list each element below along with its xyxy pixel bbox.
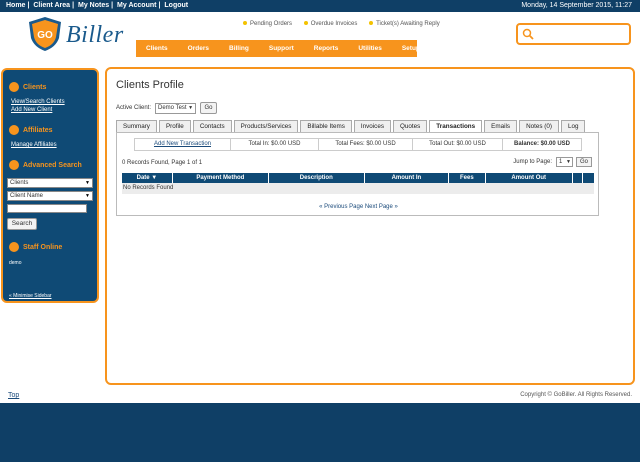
add-new-transaction-link[interactable]: Add New Transaction [135, 139, 231, 150]
table-empty-row: No Records Found [122, 183, 594, 194]
previous-page-link[interactable]: « Previous Page [319, 204, 363, 210]
balance: Balance: $0.00 USD [513, 141, 571, 147]
tab-summary[interactable]: Summary [116, 120, 157, 132]
chevron-down-icon: ▼ [85, 180, 90, 186]
view-search-clients-link[interactable]: View/Search Clients [11, 99, 65, 105]
tab-profile[interactable]: Profile [158, 120, 191, 132]
sidebar-staff-online-heading: Staff Online [9, 242, 62, 252]
nav-reports[interactable]: Reports [304, 40, 349, 57]
search-button[interactable]: Search [7, 218, 37, 230]
active-client-select[interactable]: Demo Test ▼ [155, 102, 197, 114]
tab-billable-items[interactable]: Billable Items [300, 120, 352, 132]
search-type-select[interactable]: Clients ▼ [7, 178, 93, 188]
tab-invoices[interactable]: Invoices [353, 120, 391, 132]
overdue-invoices-notice[interactable]: Overdue Invoices [303, 21, 357, 27]
records-summary: 0 Records Found, Page 1 of 1 [122, 160, 203, 166]
pending-orders-notice[interactable]: Pending Orders [243, 21, 292, 27]
top-link[interactable]: Top [8, 392, 19, 399]
staff-online-user: demo [9, 260, 22, 266]
tab-log[interactable]: Log [560, 120, 586, 132]
col-amount-in[interactable]: Amount In [365, 173, 450, 183]
col-edit [573, 173, 584, 183]
col-amount-out[interactable]: Amount Out [486, 173, 573, 183]
shield-logo-icon: GO [29, 17, 61, 51]
logout-link[interactable]: Logout [164, 2, 188, 9]
logo-badge-text: GO [37, 30, 53, 41]
main-content: Clients Profile Active Client: Demo Test… [105, 67, 635, 385]
minimise-sidebar-link[interactable]: « Minimise Sidebar [9, 293, 52, 299]
search-field-select[interactable]: Client Name ▼ [7, 191, 93, 201]
nav-billing[interactable]: Billing [219, 40, 259, 57]
dot-icon [243, 21, 247, 26]
tab-emails[interactable]: Emails [484, 120, 518, 132]
my-notes-link[interactable]: My Notes [78, 2, 109, 9]
add-new-client-link[interactable]: Add New Client [11, 107, 52, 113]
home-link[interactable]: Home [6, 2, 25, 9]
clients-icon [9, 82, 19, 92]
dot-icon [369, 21, 374, 26]
tab-notes[interactable]: Notes (0) [519, 120, 559, 132]
jump-to-page: Jump to Page: 1 ▼ Go [513, 157, 592, 167]
tickets-awaiting-notice[interactable]: Ticket(s) Awaiting Reply [369, 21, 440, 27]
totals-bar: Add New Transaction Total In: $0.00 USD … [134, 138, 582, 151]
page-title: Clients Profile [116, 79, 184, 91]
my-account-link[interactable]: My Account [117, 2, 156, 9]
total-in: Total In: $0.00 USD [231, 139, 319, 150]
tab-products-services[interactable]: Products/Services [233, 120, 299, 132]
footer-bar [0, 403, 640, 462]
col-fees[interactable]: Fees [449, 173, 486, 183]
pagination: « Previous Page Next Page » [117, 204, 600, 210]
active-client-go-button[interactable]: Go [200, 102, 218, 114]
global-search-input[interactable] [516, 23, 631, 45]
table-header: Date ▼ Payment Method Description Amount… [122, 173, 594, 183]
nav-orders[interactable]: Orders [178, 40, 219, 57]
jump-page-select[interactable]: 1 ▼ [556, 157, 573, 167]
sidebar-clients-heading: Clients [9, 82, 46, 92]
total-out: Total Out: $0.00 USD [413, 139, 503, 150]
active-client-row: Active Client: Demo Test ▼ Go [116, 102, 218, 114]
jump-label: Jump to Page: [513, 159, 552, 165]
search-term-input[interactable] [7, 204, 87, 213]
logo-wordmark: Biller [66, 22, 124, 48]
logo[interactable]: GO Biller [26, 16, 136, 52]
jump-go-button[interactable]: Go [576, 157, 592, 167]
col-date[interactable]: Date ▼ [122, 173, 173, 183]
sidebar-affiliates-heading: Affiliates [9, 125, 53, 135]
transactions-panel: Add New Transaction Total In: $0.00 USD … [116, 132, 599, 216]
col-description[interactable]: Description [269, 173, 365, 183]
nav-utilities[interactable]: Utilities [348, 40, 391, 57]
top-links: Home | Client Area | My Notes | My Account |… [6, 2, 189, 9]
search-icon [522, 28, 534, 40]
affiliates-icon [9, 125, 19, 135]
tab-contacts[interactable]: Contacts [192, 120, 232, 132]
chevron-down-icon: ▼ [188, 104, 194, 111]
current-date: Monday, 14 September 2015, 11:27 [521, 2, 632, 9]
top-bar: Home | Client Area | My Notes | My Account |… [0, 0, 640, 12]
col-delete [583, 173, 594, 183]
tab-transactions[interactable]: Transactions [429, 120, 483, 132]
nav-clients[interactable]: Clients [136, 40, 178, 57]
notices-bar: Pending Orders Overdue Invoices Ticket(s… [243, 21, 450, 27]
profile-tabs: Summary Profile Contacts Products/Servic… [116, 120, 587, 132]
nav-setup[interactable]: Setup [392, 40, 430, 57]
manage-affiliates-link[interactable]: Manage Affiliates [11, 142, 57, 148]
next-page-link[interactable]: Next Page » [365, 204, 398, 210]
sidebar: Clients View/Search Clients Add New Clie… [1, 68, 99, 303]
chevron-down-icon: ▼ [85, 193, 90, 199]
sidebar-advanced-search-heading: Advanced Search [9, 160, 82, 170]
chevron-down-icon: ▼ [566, 159, 571, 165]
staff-icon [9, 242, 19, 252]
dot-icon [303, 21, 308, 26]
nav-support[interactable]: Support [259, 40, 304, 57]
tab-quotes[interactable]: Quotes [392, 120, 428, 132]
col-payment-method[interactable]: Payment Method [173, 173, 269, 183]
active-client-label: Active Client: [116, 105, 152, 111]
advanced-search-icon [9, 160, 19, 170]
main-nav: Clients Orders Billing Support Reports U… [136, 40, 420, 57]
client-area-link[interactable]: Client Area [33, 2, 70, 9]
transactions-table: Date ▼ Payment Method Description Amount… [122, 173, 594, 194]
copyright: Copyright © GoBiller. All Rights Reserve… [520, 392, 632, 398]
total-fees: Total Fees: $0.00 USD [319, 139, 413, 150]
